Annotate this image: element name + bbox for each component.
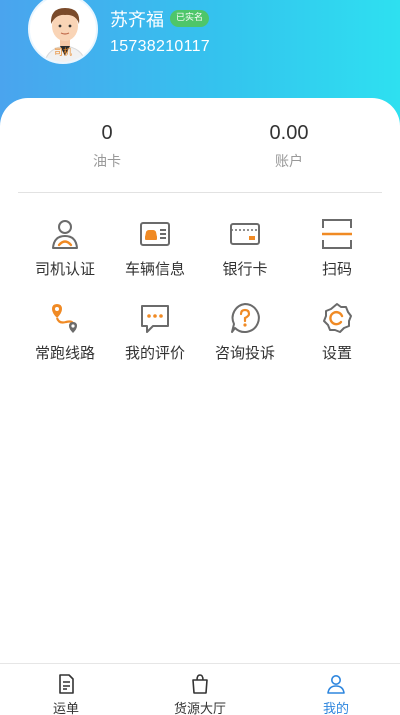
stat-account[interactable]: 0.00 账户 <box>229 122 349 171</box>
menu-label: 常跑线路 <box>34 344 95 362</box>
tab-mine[interactable]: 我的 <box>286 664 386 715</box>
waybill-icon <box>59 674 74 694</box>
menu-settings[interactable]: 设置 <box>292 302 382 372</box>
comment-icon <box>141 305 169 333</box>
menu-bank-card[interactable]: 银行卡 <box>200 218 290 288</box>
verified-badge: 已实名 <box>170 10 210 27</box>
menu-label: 车辆信息 <box>124 260 185 278</box>
menu-label: 我的评价 <box>124 344 185 362</box>
menu-routes[interactable]: 常跑线路 <box>20 302 110 372</box>
stat-label: 账户 <box>275 154 303 170</box>
divider <box>18 192 382 193</box>
stat-fuel-card[interactable]: 0 油卡 <box>47 122 167 171</box>
question-icon <box>231 303 260 333</box>
menu-consult-complaint[interactable]: 咨询投诉 <box>200 302 290 372</box>
stat-label: 油卡 <box>93 154 121 170</box>
route-icon <box>52 304 77 333</box>
menu-label: 设置 <box>321 344 352 362</box>
menu-scan[interactable]: 扫码 <box>292 218 382 288</box>
menu-reviews[interactable]: 我的评价 <box>110 302 200 372</box>
content-card <box>0 98 400 678</box>
menu-label: 司机认证 <box>34 260 95 278</box>
user-name: 苏齐福 <box>110 10 164 31</box>
bottom-tab-bar: 运单 货源大厅 我的 <box>0 663 400 715</box>
bag-icon <box>192 674 208 694</box>
scan-icon <box>322 219 352 249</box>
stat-value: 0 <box>101 122 113 144</box>
tab-label: 我的 <box>322 702 349 715</box>
settings-icon <box>323 303 352 333</box>
tab-label: 货源大厅 <box>173 702 226 715</box>
menu-label: 咨询投诉 <box>214 344 275 362</box>
tab-label: 运单 <box>52 702 79 715</box>
phone-number: 15738210117 <box>110 38 210 55</box>
stat-value: 0.00 <box>269 122 309 144</box>
vehicle-icon <box>140 222 170 246</box>
menu-label: 银行卡 <box>222 260 268 278</box>
role-tag: 司机 <box>53 48 72 58</box>
menu-driver-auth[interactable]: 司机认证 <box>20 218 110 288</box>
menu-label: 扫码 <box>321 260 352 278</box>
person-icon <box>327 675 345 694</box>
tab-waybill[interactable]: 运单 <box>16 664 116 715</box>
driver-icon <box>52 220 78 249</box>
avatar[interactable]: 司机 <box>28 0 98 64</box>
menu-vehicle-info[interactable]: 车辆信息 <box>110 218 200 288</box>
tab-cargo-hall[interactable]: 货源大厅 <box>150 664 250 715</box>
bank-card-icon <box>230 223 260 245</box>
